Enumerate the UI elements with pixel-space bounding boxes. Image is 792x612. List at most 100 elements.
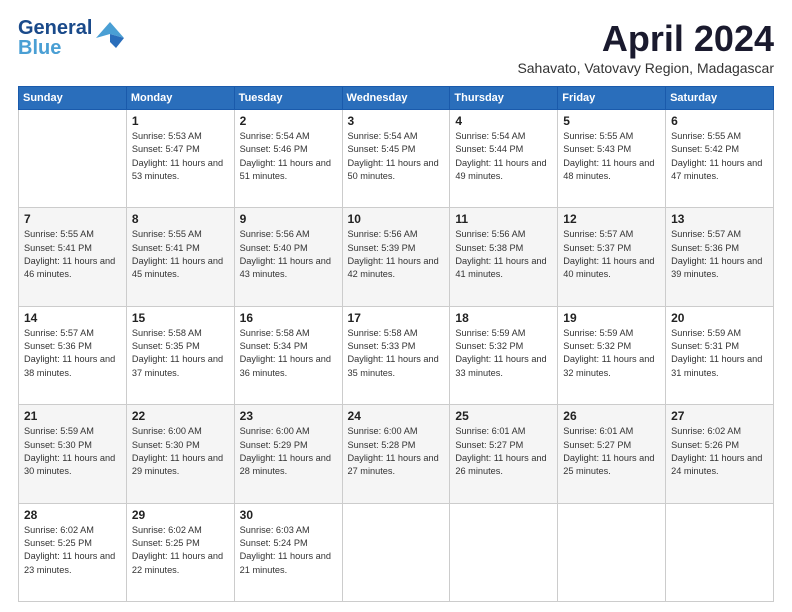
day-info: Sunrise: 5:58 AM Sunset: 5:35 PM Dayligh… xyxy=(132,327,229,380)
day-info: Sunrise: 5:53 AM Sunset: 5:47 PM Dayligh… xyxy=(132,130,229,183)
day-number: 8 xyxy=(132,212,229,226)
header: General Blue April 2024 Sahavato, Vatova… xyxy=(18,18,774,76)
calendar-cell xyxy=(558,503,666,601)
day-number: 5 xyxy=(563,114,660,128)
logo-bird-icon xyxy=(96,20,124,52)
calendar-cell: 26Sunrise: 6:01 AM Sunset: 5:27 PM Dayli… xyxy=(558,405,666,503)
day-number: 12 xyxy=(563,212,660,226)
calendar-cell: 25 Sunrise: 6:01 AM Sunset: 5:27 PM Dayli… xyxy=(450,405,558,503)
calendar-cell xyxy=(342,503,450,601)
day-info: Sunrise: 5:55 AM Sunset: 5:43 PM Dayligh… xyxy=(563,130,660,183)
calendar-table: SundayMondayTuesdayWednesdayThursdayFrid… xyxy=(18,86,774,602)
calendar-cell: 9 Sunrise: 5:56 AM Sunset: 5:40 PM Daylig… xyxy=(234,208,342,306)
calendar-cell: 19 Sunrise: 5:59 AM Sunset: 5:32 PM Dayli… xyxy=(558,306,666,404)
day-info: Sunrise: 5:58 AM Sunset: 5:34 PM Dayligh… xyxy=(240,327,337,380)
day-info: Sunrise: 5:55 AM Sunset: 5:41 PM Dayligh… xyxy=(24,228,121,281)
day-number: 20 xyxy=(671,311,768,325)
calendar-cell: 1Sunrise: 5:53 AM Sunset: 5:47 PM Daylig… xyxy=(126,110,234,208)
day-number: 16 xyxy=(240,311,337,325)
day-info: Sunrise: 5:59 AM Sunset: 5:30 PM Dayligh… xyxy=(24,425,121,478)
day-info: Sunrise: 5:57 AM Sunset: 5:36 PM Dayligh… xyxy=(24,327,121,380)
day-info: Sunrise: 5:57 AM Sunset: 5:37 PM Dayligh… xyxy=(563,228,660,281)
day-number: 9 xyxy=(240,212,337,226)
location-subtitle: Sahavato, Vatovavy Region, Madagascar xyxy=(517,60,774,76)
calendar-cell: 2Sunrise: 5:54 AM Sunset: 5:46 PM Daylig… xyxy=(234,110,342,208)
day-number: 6 xyxy=(671,114,768,128)
calendar-body: 1Sunrise: 5:53 AM Sunset: 5:47 PM Daylig… xyxy=(19,110,774,602)
calendar-cell: 4Sunrise: 5:54 AM Sunset: 5:44 PM Daylig… xyxy=(450,110,558,208)
calendar-cell: 13 Sunrise: 5:57 AM Sunset: 5:36 PM Dayli… xyxy=(666,208,774,306)
day-number: 24 xyxy=(348,409,445,423)
calendar-cell: 24Sunrise: 6:00 AM Sunset: 5:28 PM Dayli… xyxy=(342,405,450,503)
day-number: 15 xyxy=(132,311,229,325)
calendar-cell: 30 Sunrise: 6:03 AM Sunset: 5:24 PM Dayli… xyxy=(234,503,342,601)
day-info: Sunrise: 6:00 AM Sunset: 5:30 PM Dayligh… xyxy=(132,425,229,478)
day-number: 13 xyxy=(671,212,768,226)
calendar-cell: 17 Sunrise: 5:58 AM Sunset: 5:33 PM Dayli… xyxy=(342,306,450,404)
day-number: 4 xyxy=(455,114,552,128)
day-info: Sunrise: 6:02 AM Sunset: 5:25 PM Dayligh… xyxy=(132,524,229,577)
weekday-header-wednesday: Wednesday xyxy=(342,87,450,110)
calendar-cell: 28 Sunrise: 6:02 AM Sunset: 5:25 PM Dayli… xyxy=(19,503,127,601)
weekday-header-friday: Friday xyxy=(558,87,666,110)
calendar-cell: 12 Sunrise: 5:57 AM Sunset: 5:37 PM Dayli… xyxy=(558,208,666,306)
day-info: Sunrise: 5:54 AM Sunset: 5:45 PM Dayligh… xyxy=(348,130,445,183)
day-number: 17 xyxy=(348,311,445,325)
day-number: 27 xyxy=(671,409,768,423)
calendar-cell: 23Sunrise: 6:00 AM Sunset: 5:29 PM Dayli… xyxy=(234,405,342,503)
day-info: Sunrise: 5:55 AM Sunset: 5:42 PM Dayligh… xyxy=(671,130,768,183)
day-number: 7 xyxy=(24,212,121,226)
day-info: Sunrise: 6:00 AM Sunset: 5:29 PM Dayligh… xyxy=(240,425,337,478)
month-title: April 2024 xyxy=(517,18,774,60)
day-info: Sunrise: 5:56 AM Sunset: 5:38 PM Dayligh… xyxy=(455,228,552,281)
calendar-cell: 16 Sunrise: 5:58 AM Sunset: 5:34 PM Dayli… xyxy=(234,306,342,404)
day-info: Sunrise: 6:02 AM Sunset: 5:25 PM Dayligh… xyxy=(24,524,121,577)
day-info: Sunrise: 5:59 AM Sunset: 5:32 PM Dayligh… xyxy=(563,327,660,380)
calendar-cell: 3 Sunrise: 5:54 AM Sunset: 5:45 PM Daylig… xyxy=(342,110,450,208)
calendar-cell: 8Sunrise: 5:55 AM Sunset: 5:41 PM Daylig… xyxy=(126,208,234,306)
day-number: 3 xyxy=(348,114,445,128)
day-number: 19 xyxy=(563,311,660,325)
calendar-week-4: 21 Sunrise: 5:59 AM Sunset: 5:30 PM Dayli… xyxy=(19,405,774,503)
weekday-header-tuesday: Tuesday xyxy=(234,87,342,110)
day-number: 26 xyxy=(563,409,660,423)
day-number: 30 xyxy=(240,508,337,522)
day-number: 25 xyxy=(455,409,552,423)
day-info: Sunrise: 5:57 AM Sunset: 5:36 PM Dayligh… xyxy=(671,228,768,281)
calendar-page: General Blue April 2024 Sahavato, Vatova… xyxy=(0,0,792,612)
title-block: April 2024 Sahavato, Vatovavy Region, Ma… xyxy=(517,18,774,76)
logo: General Blue xyxy=(18,18,124,58)
day-number: 18 xyxy=(455,311,552,325)
logo-blue: Blue xyxy=(18,38,92,58)
calendar-week-1: 1Sunrise: 5:53 AM Sunset: 5:47 PM Daylig… xyxy=(19,110,774,208)
weekday-header-thursday: Thursday xyxy=(450,87,558,110)
weekday-header-saturday: Saturday xyxy=(666,87,774,110)
calendar-week-2: 7 Sunrise: 5:55 AM Sunset: 5:41 PM Daylig… xyxy=(19,208,774,306)
calendar-cell: 11 Sunrise: 5:56 AM Sunset: 5:38 PM Dayli… xyxy=(450,208,558,306)
calendar-week-5: 28 Sunrise: 6:02 AM Sunset: 5:25 PM Dayli… xyxy=(19,503,774,601)
day-number: 22 xyxy=(132,409,229,423)
calendar-cell: 22 Sunrise: 6:00 AM Sunset: 5:30 PM Dayli… xyxy=(126,405,234,503)
day-number: 10 xyxy=(348,212,445,226)
day-number: 21 xyxy=(24,409,121,423)
day-info: Sunrise: 5:58 AM Sunset: 5:33 PM Dayligh… xyxy=(348,327,445,380)
day-number: 14 xyxy=(24,311,121,325)
day-number: 28 xyxy=(24,508,121,522)
day-info: Sunrise: 6:01 AM Sunset: 5:27 PM Dayligh… xyxy=(455,425,552,478)
day-number: 11 xyxy=(455,212,552,226)
logo-general: General xyxy=(18,18,92,38)
calendar-week-3: 14 Sunrise: 5:57 AM Sunset: 5:36 PM Dayli… xyxy=(19,306,774,404)
calendar-cell: 21 Sunrise: 5:59 AM Sunset: 5:30 PM Dayli… xyxy=(19,405,127,503)
day-info: Sunrise: 5:59 AM Sunset: 5:31 PM Dayligh… xyxy=(671,327,768,380)
day-info: Sunrise: 5:59 AM Sunset: 5:32 PM Dayligh… xyxy=(455,327,552,380)
day-info: Sunrise: 5:56 AM Sunset: 5:40 PM Dayligh… xyxy=(240,228,337,281)
day-info: Sunrise: 6:03 AM Sunset: 5:24 PM Dayligh… xyxy=(240,524,337,577)
calendar-cell: 10Sunrise: 5:56 AM Sunset: 5:39 PM Dayli… xyxy=(342,208,450,306)
calendar-cell: 18 Sunrise: 5:59 AM Sunset: 5:32 PM Dayli… xyxy=(450,306,558,404)
calendar-cell xyxy=(19,110,127,208)
calendar-cell: 5 Sunrise: 5:55 AM Sunset: 5:43 PM Daylig… xyxy=(558,110,666,208)
calendar-cell xyxy=(450,503,558,601)
calendar-cell: 14 Sunrise: 5:57 AM Sunset: 5:36 PM Dayli… xyxy=(19,306,127,404)
day-info: Sunrise: 5:54 AM Sunset: 5:46 PM Dayligh… xyxy=(240,130,337,183)
weekday-header-monday: Monday xyxy=(126,87,234,110)
